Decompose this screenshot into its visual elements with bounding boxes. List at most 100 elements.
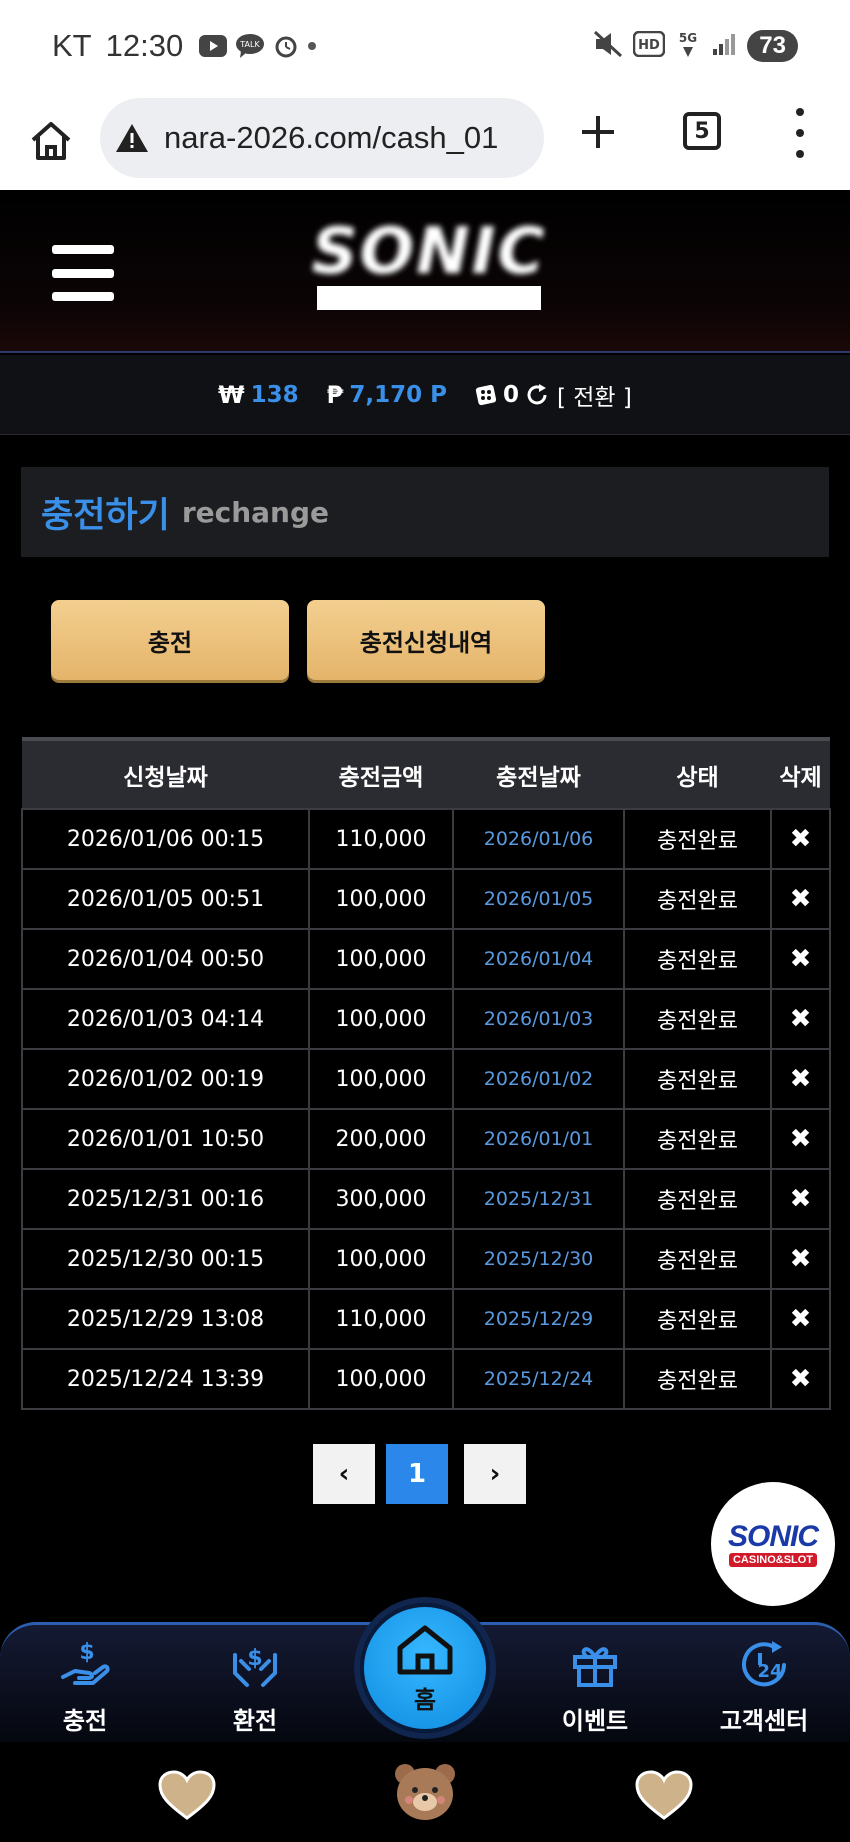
status-cell: 충전완료 <box>623 1348 772 1410</box>
logo-wordmark: SONIC <box>311 215 547 289</box>
nav-home-label: 홈 <box>413 1685 437 1714</box>
charge-date-cell: 2026/01/05 <box>452 868 625 930</box>
point-balance: 7,170 P <box>349 381 447 408</box>
site-logo[interactable]: SONIC <box>296 220 562 312</box>
amount-cell: 100,000 <box>308 1228 454 1290</box>
clock-time: 12:30 <box>105 28 184 63</box>
nav-support-label: 고객센터 <box>719 1707 809 1735</box>
table-row: 2025/12/31 00:16 300,000 2025/12/31 충전완료… <box>21 1168 831 1230</box>
request-date-cell: 2026/01/06 00:15 <box>21 808 310 870</box>
header-request-date: 신청날짜 <box>22 737 309 809</box>
amount-cell: 100,000 <box>308 868 454 930</box>
header-delete: 삭제 <box>771 737 830 809</box>
badge-title: SONIC <box>727 1519 819 1553</box>
status-cell: 충전완료 <box>623 1168 772 1230</box>
new-tab-button[interactable] <box>578 112 618 152</box>
nav-charge[interactable]: $ 충전 <box>15 1637 155 1737</box>
delete-icon[interactable]: ✖ <box>770 928 831 990</box>
request-date-cell: 2026/01/03 04:14 <box>21 988 310 1050</box>
next-page-button[interactable]: › <box>464 1444 526 1504</box>
charge-date-cell: 2025/12/24 <box>452 1348 625 1410</box>
status-cell: 충전완료 <box>623 1108 772 1170</box>
hd-icon: HD <box>633 30 666 61</box>
charge-date-cell: 2026/01/04 <box>452 928 625 990</box>
delete-icon[interactable]: ✖ <box>770 1228 831 1290</box>
svg-text:TALK: TALK <box>239 40 260 49</box>
charge-icon: $ <box>61 1640 110 1685</box>
logo-underbar <box>317 286 541 310</box>
table-row: 2026/01/06 00:15 110,000 2026/01/06 충전완료… <box>21 808 831 870</box>
badge-subtitle: CASINO&SLOT <box>728 1552 818 1567</box>
bear-icon[interactable] <box>393 1760 457 1822</box>
heart-icon[interactable] <box>158 1770 216 1820</box>
won-symbol: ₩ <box>218 380 245 409</box>
status-cell: 충전완료 <box>623 1228 772 1290</box>
request-date-cell: 2026/01/05 00:51 <box>21 868 310 930</box>
alarm-icon <box>273 33 299 59</box>
table-row: 2025/12/30 00:15 100,000 2025/12/30 충전완료… <box>21 1228 831 1290</box>
delete-icon[interactable]: ✖ <box>770 868 831 930</box>
mute-icon <box>593 30 623 62</box>
charge-date-cell: 2025/12/29 <box>452 1288 625 1350</box>
dice-icon <box>475 384 497 406</box>
amount-cell: 110,000 <box>308 808 454 870</box>
support-24-icon: 24 <box>742 1641 786 1687</box>
convert-button[interactable]: [ 전환 ] <box>557 378 632 412</box>
amount-cell: 100,000 <box>308 988 454 1050</box>
heart-icon[interactable] <box>635 1770 693 1820</box>
amount-cell: 110,000 <box>308 1288 454 1350</box>
sonic-casino-badge[interactable]: SONIC CASINO&SLOT <box>711 1482 835 1606</box>
talk-icon: TALK <box>235 33 265 59</box>
site-header: SONIC <box>0 190 850 353</box>
url-text: nara-2026.com/cash_01 <box>164 120 499 155</box>
delete-icon[interactable]: ✖ <box>770 1348 831 1410</box>
point-symbol: ₱ <box>326 380 344 409</box>
balance-bar: ₩ 138 ₱ 7,170 P 0 [ 전환 ] <box>0 355 850 435</box>
plus-icon <box>582 116 614 148</box>
amount-cell: 100,000 <box>308 928 454 990</box>
request-date-cell: 2026/01/02 00:19 <box>21 1048 310 1110</box>
delete-icon[interactable]: ✖ <box>770 988 831 1050</box>
request-date-cell: 2025/12/24 13:39 <box>21 1348 310 1410</box>
amount-cell: 100,000 <box>308 1048 454 1110</box>
table-row: 2026/01/03 04:14 100,000 2026/01/03 충전완료… <box>21 988 831 1050</box>
nav-event[interactable]: 이벤트 <box>525 1637 665 1737</box>
menu-icon[interactable] <box>52 245 114 301</box>
nav-event-label: 이벤트 <box>561 1707 629 1735</box>
nav-exchange[interactable]: $ 환전 <box>185 1637 325 1737</box>
nav-charge-label: 충전 <box>62 1707 108 1735</box>
more-menu-button[interactable] <box>790 108 810 158</box>
delete-icon[interactable]: ✖ <box>770 808 831 870</box>
5g-icon: 5G <box>675 29 701 63</box>
amount-cell: 200,000 <box>308 1108 454 1170</box>
status-cell: 충전완료 <box>623 1048 772 1110</box>
table-row: 2025/12/29 13:08 110,000 2025/12/29 충전완료… <box>21 1288 831 1350</box>
prev-page-button[interactable]: ‹ <box>313 1444 375 1504</box>
nav-support[interactable]: 24 고객센터 <box>694 1637 834 1737</box>
nav-home[interactable]: 홈 <box>360 1603 490 1733</box>
request-date-cell: 2025/12/31 00:16 <box>21 1168 310 1230</box>
won-balance: 138 <box>250 381 299 408</box>
charge-history-button[interactable]: 충전신청내역 <box>307 600 545 680</box>
table-row: 2026/01/04 00:50 100,000 2026/01/04 충전완료… <box>21 928 831 990</box>
current-page-button[interactable]: 1 <box>386 1444 448 1504</box>
delete-icon[interactable]: ✖ <box>770 1048 831 1110</box>
address-bar[interactable]: nara-2026.com/cash_01 <box>100 98 544 178</box>
amount-cell: 300,000 <box>308 1168 454 1230</box>
browser-home-button[interactable] <box>26 116 76 166</box>
request-date-cell: 2026/01/01 10:50 <box>21 1108 310 1170</box>
delete-icon[interactable]: ✖ <box>770 1168 831 1230</box>
refresh-icon[interactable] <box>525 383 549 407</box>
delete-icon[interactable]: ✖ <box>770 1108 831 1170</box>
table-row: 2025/12/24 13:39 100,000 2025/12/24 충전완료… <box>21 1348 831 1410</box>
charge-button[interactable]: 충전 <box>51 600 289 680</box>
header-charge-date: 충전날짜 <box>453 737 624 809</box>
header-status: 상태 <box>624 737 771 809</box>
svg-text:$: $ <box>247 1646 262 1671</box>
battery-indicator: 73 <box>747 30 798 62</box>
tab-switcher-button[interactable]: 5 <box>683 112 721 150</box>
delete-icon[interactable]: ✖ <box>770 1288 831 1350</box>
svg-text:HD: HD <box>638 38 660 53</box>
status-cell: 충전완료 <box>623 1288 772 1350</box>
table-header-row: 신청날짜 충전금액 충전날짜 상태 삭제 <box>22 737 830 809</box>
